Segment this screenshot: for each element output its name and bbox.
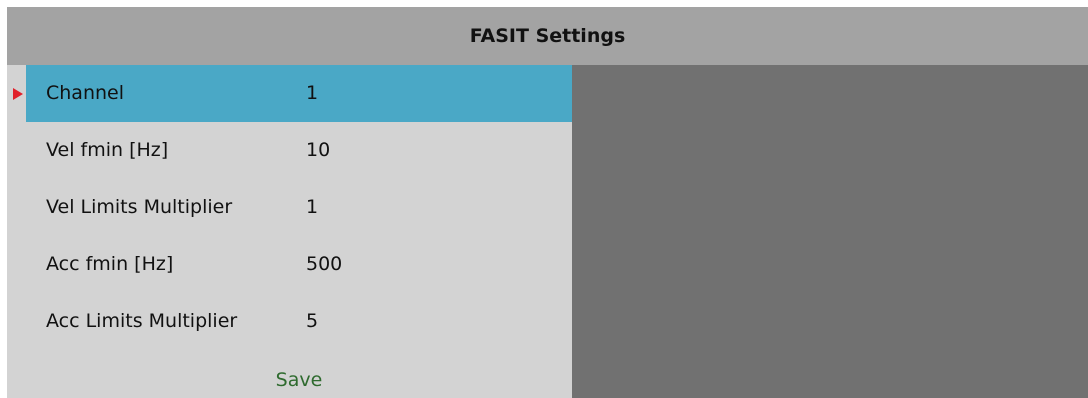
setting-value[interactable]: 500	[306, 236, 342, 293]
setting-value[interactable]: 1	[306, 179, 318, 236]
setting-row-channel[interactable]: Channel 1	[26, 65, 572, 122]
preview-panel	[572, 65, 1088, 398]
setting-row-acc-limits-multiplier[interactable]: Acc Limits Multiplier 5	[26, 293, 572, 350]
setting-value[interactable]: 5	[306, 293, 318, 350]
window-title: FASIT Settings	[7, 7, 1088, 65]
fasit-settings-window: FASIT Settings Channel 1 Vel fmin [Hz] 1…	[7, 7, 1088, 398]
setting-row-vel-fmin[interactable]: Vel fmin [Hz] 10	[26, 122, 572, 179]
setting-label: Vel fmin [Hz]	[46, 139, 169, 161]
setting-label: Acc Limits Multiplier	[46, 310, 238, 332]
selection-marker-icon	[13, 88, 23, 100]
setting-row-acc-fmin[interactable]: Acc fmin [Hz] 500	[26, 236, 572, 293]
setting-label: Channel	[46, 82, 125, 104]
setting-value[interactable]: 10	[306, 122, 330, 179]
save-button[interactable]: Save	[26, 362, 572, 398]
setting-value[interactable]: 1	[306, 65, 318, 122]
setting-label: Acc fmin [Hz]	[46, 253, 174, 275]
setting-label: Vel Limits Multiplier	[46, 196, 233, 218]
setting-row-vel-limits-multiplier[interactable]: Vel Limits Multiplier 1	[26, 179, 572, 236]
